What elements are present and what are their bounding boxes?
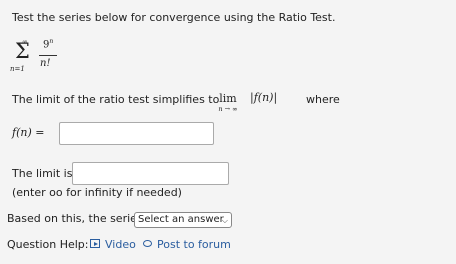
sigma-symbol: Σ: [15, 39, 30, 63]
numerator-exponent: n: [49, 38, 54, 45]
series-denominator: n!: [40, 58, 51, 69]
lim-subscript: n → ∞: [218, 105, 238, 113]
video-icon[interactable]: [90, 239, 100, 248]
abs-fn-expression: |f(n)|: [250, 91, 278, 104]
limit-expression: lim n → ∞: [213, 93, 243, 113]
answer-select[interactable]: Select an answer ⌵: [134, 212, 232, 228]
fn-label: f(n) =: [12, 126, 45, 139]
video-link[interactable]: Video: [105, 238, 136, 251]
lim-word: lim: [219, 92, 237, 105]
chevron-down-icon: ⌵: [221, 216, 228, 225]
post-to-forum-link[interactable]: Post to forum: [157, 238, 231, 251]
limit-input[interactable]: [72, 162, 229, 185]
limit-hint: (enter oo for infinity if needed): [12, 186, 182, 199]
where-text: where: [306, 93, 340, 106]
fraction-bar: [39, 55, 57, 56]
series-expression: ∞ Σ n=1 9n n!: [10, 38, 65, 78]
select-value: Select an answer: [138, 214, 224, 225]
forum-icon[interactable]: [143, 240, 152, 247]
series-numerator: 9n: [43, 38, 53, 50]
ratio-text: The limit of the ratio test simplifies t…: [12, 93, 220, 106]
fn-input[interactable]: [59, 122, 214, 145]
conclusion-text: Based on this, the series: [7, 212, 143, 225]
question-text: Test the series below for convergence us…: [12, 11, 336, 24]
sum-lower-limit: n=1: [10, 65, 25, 73]
limit-label: The limit is:: [12, 167, 77, 180]
question-help-label: Question Help:: [7, 238, 89, 251]
